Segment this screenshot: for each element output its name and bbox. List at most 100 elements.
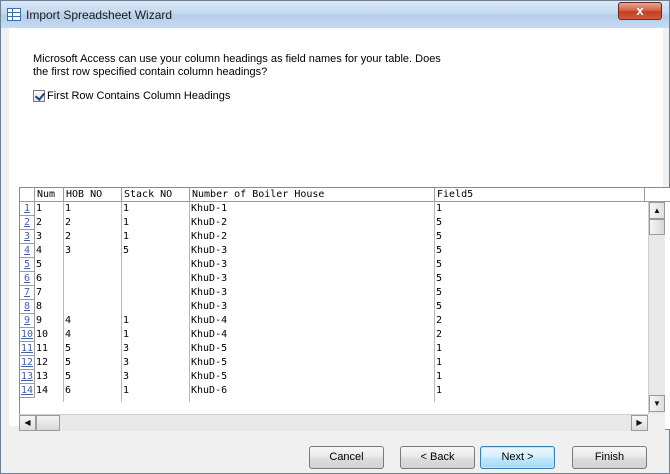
scroll-left-icon[interactable]: ◀: [19, 415, 36, 431]
column-header[interactable]: Stack NO: [122, 188, 190, 202]
table-cell: 3: [36, 231, 43, 242]
table-cell: 5: [436, 231, 443, 242]
table-cell: 4: [65, 329, 72, 340]
column-header[interactable]: HOB NO: [64, 188, 122, 202]
table-cell: 1: [123, 385, 130, 396]
table-cell: 6: [65, 385, 72, 396]
table-cell: [122, 258, 190, 272]
table-cell: 5: [65, 357, 72, 368]
column-header[interactable]: Field5: [435, 188, 645, 202]
row-number[interactable]: 2: [20, 216, 35, 230]
table-cell: KhuD-5: [191, 357, 228, 368]
first-row-headings-label: First Row Contains Column Headings: [47, 90, 231, 103]
table-cell: 9: [36, 315, 43, 326]
table-cell: [64, 258, 122, 272]
table-cell: 1: [36, 203, 43, 214]
row-number[interactable]: 12: [20, 356, 35, 370]
row-number[interactable]: 13: [20, 370, 35, 384]
table-cell: 5: [436, 259, 443, 270]
table-cell: 2: [36, 217, 43, 228]
table-cell: 2: [436, 315, 443, 326]
table-cell: 3: [123, 357, 130, 368]
row-number[interactable]: 9: [20, 314, 35, 328]
scroll-right-icon[interactable]: ▶: [631, 415, 648, 431]
first-row-headings-checkbox[interactable]: [33, 90, 45, 103]
table-cell: 3: [123, 343, 130, 354]
close-button[interactable]: x: [618, 2, 662, 20]
table-cell: 1: [436, 343, 443, 354]
column-header[interactable]: Number of Boiler House: [190, 188, 435, 202]
table-cell: 1: [436, 371, 443, 382]
table-cell: 5: [436, 301, 443, 312]
import-wizard-window: Import Spreadsheet Wizard x Microsoft Ac…: [0, 0, 670, 474]
table-cell: KhuD-3: [191, 259, 228, 270]
table-cell: KhuD-2: [191, 231, 228, 242]
row-number[interactable]: 3: [20, 230, 35, 244]
table-cell: 5: [65, 371, 72, 382]
scroll-down-icon[interactable]: ▼: [649, 395, 665, 412]
table-cell: KhuD-1: [191, 203, 228, 214]
table-cell: 3: [65, 245, 72, 256]
table-cell: 8: [36, 301, 43, 312]
row-number[interactable]: 6: [20, 272, 35, 286]
table-cell: KhuD-5: [191, 371, 228, 382]
preview-grid[interactable]: Num HOB NO Stack NO Number of Boiler House F…: [19, 187, 670, 430]
row-number[interactable]: 4: [20, 244, 35, 258]
title-bar[interactable]: Import Spreadsheet Wizard x: [1, 1, 669, 28]
vertical-scroll-thumb[interactable]: [649, 219, 665, 235]
table-cell: 13: [36, 371, 49, 382]
table-cell: 1: [123, 203, 130, 214]
row-number[interactable]: 11: [20, 342, 35, 356]
table-cell: 2: [436, 329, 443, 340]
table-cell: KhuD-6: [191, 385, 228, 396]
table-cell: [122, 272, 190, 286]
table-cell: 1: [123, 231, 130, 242]
table-cell: 5: [36, 259, 43, 270]
table-cell: [64, 286, 122, 300]
column-header[interactable]: Num: [35, 188, 64, 202]
table-cell: 1: [123, 217, 130, 228]
next-button[interactable]: Next >: [480, 446, 555, 469]
table-cell: 5: [65, 343, 72, 354]
finish-button[interactable]: Finish: [572, 446, 647, 469]
table-cell: 4: [65, 315, 72, 326]
table-cell: 1: [436, 357, 443, 368]
window-title: Import Spreadsheet Wizard: [26, 8, 173, 22]
row-number[interactable]: 14: [20, 384, 35, 398]
row-number[interactable]: 10: [20, 328, 35, 342]
table-cell: KhuD-4: [191, 315, 228, 326]
cancel-button[interactable]: Cancel: [309, 446, 384, 469]
horizontal-scroll-thumb[interactable]: [36, 415, 60, 431]
table-cell: 7: [36, 287, 43, 298]
table-cell: 1: [65, 203, 72, 214]
table-cell: [64, 272, 122, 286]
horizontal-scrollbar[interactable]: ◀ ▶: [19, 414, 648, 431]
table-cell: KhuD-3: [191, 245, 228, 256]
back-button[interactable]: < Back: [400, 446, 475, 469]
table-cell: 5: [436, 245, 443, 256]
table-cell: KhuD-3: [191, 301, 228, 312]
row-number[interactable]: 5: [20, 258, 35, 272]
row-number[interactable]: 7: [20, 286, 35, 300]
table-icon: [7, 8, 21, 21]
table-cell: KhuD-3: [191, 287, 228, 298]
table-cell: 3: [123, 371, 130, 382]
row-number[interactable]: 1: [20, 202, 35, 216]
table-cell: 10: [36, 329, 49, 340]
table-cell: 4: [36, 245, 43, 256]
scroll-up-icon[interactable]: ▲: [649, 202, 665, 219]
vertical-scrollbar[interactable]: ▲ ▼: [648, 202, 665, 414]
table-cell: 5: [436, 287, 443, 298]
instruction-text: Microsoft Access can use your column hea…: [33, 53, 441, 78]
table-cell: 5: [123, 245, 130, 256]
row-number[interactable]: 8: [20, 300, 35, 314]
table-cell: [64, 300, 122, 314]
header-filler: [645, 188, 670, 202]
table-cell: 2: [65, 231, 72, 242]
first-row-headings-option[interactable]: First Row Contains Column Headings: [33, 90, 230, 104]
table-cell: 11: [36, 343, 49, 354]
table-cell: 1: [436, 203, 443, 214]
table-cell: 6: [36, 273, 43, 284]
table-cell: 12: [36, 357, 49, 368]
table-cell: 1: [123, 329, 130, 340]
